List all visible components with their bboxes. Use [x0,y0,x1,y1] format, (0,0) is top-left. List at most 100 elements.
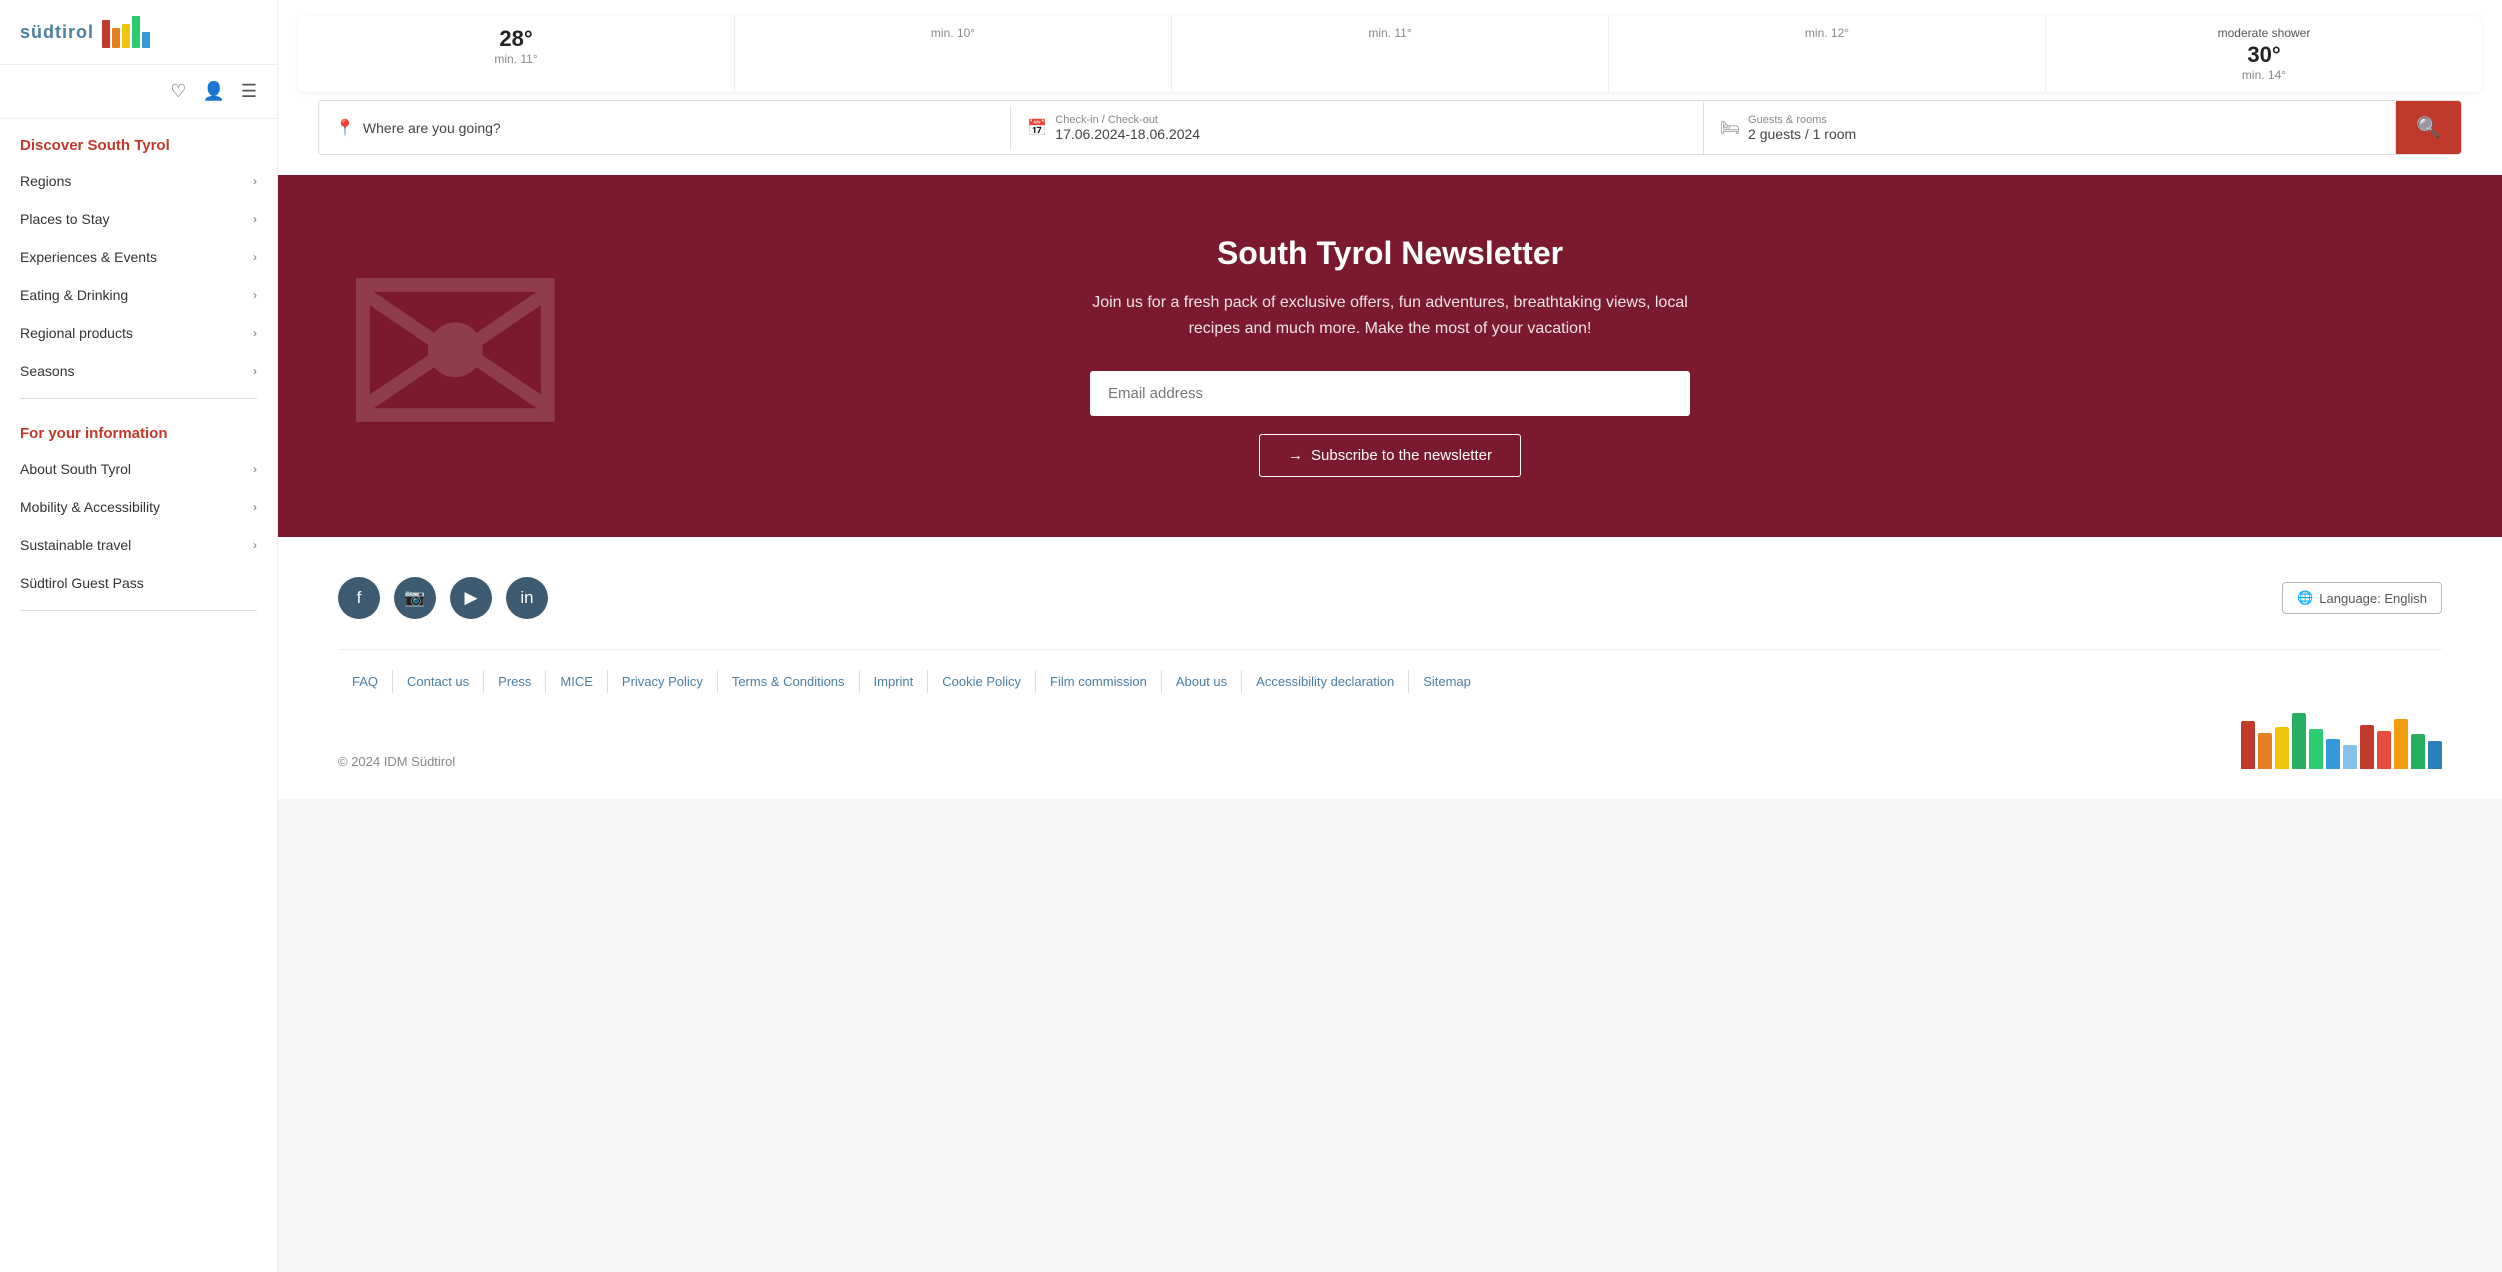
email-input[interactable] [1090,371,1690,416]
weather-min-1: min. 11° [312,52,720,66]
logo-bar-green [132,16,140,48]
weather-min-3: min. 11° [1186,26,1594,40]
user-icon[interactable]: 👤 [202,81,224,102]
destination-field[interactable]: 📍 Where are you going? [319,106,1011,150]
bottom-bar-9 [2377,731,2391,769]
footer-link-faq[interactable]: FAQ [338,670,393,693]
sidebar-item-seasons-label: Seasons [20,363,74,379]
footer-link-privacy[interactable]: Privacy Policy [608,670,718,693]
linkedin-icon[interactable]: in [506,577,548,619]
logo-bar-blue [142,32,150,48]
facebook-icon[interactable]: f [338,577,380,619]
newsletter-section: ✉ South Tyrol Newsletter Join us for a f… [278,175,2502,537]
favorites-icon[interactable]: ♡ [170,81,186,102]
info-section-title: For your information [0,407,277,450]
sidebar-divider-1 [20,398,257,399]
footer-copyright: © 2024 IDM Südtirol [338,744,455,769]
checkin-field[interactable]: 📅 Check-in / Check-out 17.06.2024-18.06.… [1011,102,1703,154]
chevron-sustainable-icon: › [253,538,257,552]
sidebar-item-guest-pass[interactable]: Südtirol Guest Pass [0,564,277,602]
social-icons-group: f 📷 ▶ in [338,577,548,619]
weather-card-2: min. 10° [735,16,1172,92]
language-label: Language: English [2319,591,2427,606]
chevron-mobility-icon: › [253,500,257,514]
sidebar-item-experiences-label: Experiences & Events [20,249,157,265]
sidebar-item-sustainable-label: Sustainable travel [20,537,131,553]
bottom-bar-11 [2411,734,2425,769]
bottom-bar-6 [2326,739,2340,769]
footer-link-imprint[interactable]: Imprint [860,670,929,693]
checkin-label: Check-in / Check-out [1055,114,1200,126]
language-button[interactable]: 🌐 Language: English [2282,582,2442,614]
footer-link-film[interactable]: Film commission [1036,670,1162,693]
newsletter-title: South Tyrol Newsletter [1090,235,1690,272]
newsletter-description: Join us for a fresh pack of exclusive of… [1090,290,1690,341]
footer-link-accessibility[interactable]: Accessibility declaration [1242,670,1409,693]
booking-bar: 📍 Where are you going? 📅 Check-in / Chec… [318,100,2462,155]
sidebar-item-seasons[interactable]: Seasons › [0,352,277,390]
guests-field[interactable]: 🛏 Guests & rooms 2 guests / 1 room [1704,102,2396,154]
footer-link-contact[interactable]: Contact us [393,670,484,693]
sidebar-item-places-label: Places to Stay [20,211,110,227]
discover-section-title: Discover South Tyrol [0,119,277,162]
sidebar-item-regions[interactable]: Regions › [0,162,277,200]
sidebar-item-regional[interactable]: Regional products › [0,314,277,352]
subscribe-label: Subscribe to the newsletter [1311,447,1492,464]
bottom-bar-12 [2428,741,2442,769]
bottom-bar-7 [2343,745,2357,769]
guests-label: Guests & rooms [1748,114,1856,126]
sidebar-item-experiences[interactable]: Experiences & Events › [0,238,277,276]
weather-temp-1: 28° [312,26,720,52]
location-icon: 📍 [335,118,355,138]
footer-social-row: f 📷 ▶ in 🌐 Language: English [338,577,2442,619]
chevron-seasons-icon: › [253,364,257,378]
newsletter-content: South Tyrol Newsletter Join us for a fre… [1090,235,1690,477]
weather-day-5: moderate shower [2060,26,2468,40]
bottom-bar-2 [2258,733,2272,769]
main-content: 28° min. 11° min. 10° min. 11° min. 12° … [278,0,2502,1272]
logo-bar-yellow [122,24,130,48]
menu-icon[interactable]: ☰ [241,81,257,102]
footer-link-sitemap[interactable]: Sitemap [1409,670,1485,693]
logo-bar-orange [112,28,120,48]
sidebar-item-mobility[interactable]: Mobility & Accessibility › [0,488,277,526]
top-area: 28° min. 11° min. 10° min. 11° min. 12° … [278,0,2502,175]
bottom-bar-5 [2309,729,2323,769]
sidebar-divider-2 [20,610,257,611]
chevron-eating-icon: › [253,288,257,302]
subscribe-button[interactable]: → Subscribe to the newsletter [1259,434,1521,477]
bottom-bar-10 [2394,719,2408,769]
footer-link-cookie[interactable]: Cookie Policy [928,670,1036,693]
footer-link-about[interactable]: About us [1162,670,1242,693]
checkin-value: 17.06.2024-18.06.2024 [1055,126,1200,142]
footer-link-mice[interactable]: MICE [546,670,608,693]
bottom-logo-bars [2241,713,2442,769]
bottom-bar-8 [2360,725,2374,769]
weather-min-5: min. 14° [2060,68,2468,82]
logo-text: südtirol [20,22,94,43]
footer-link-press[interactable]: Press [484,670,546,693]
booking-search-button[interactable]: 🔍 [2396,101,2461,154]
bottom-bar-1 [2241,721,2255,769]
checkin-info: Check-in / Check-out 17.06.2024-18.06.20… [1055,114,1200,142]
sidebar-item-sustainable[interactable]: Sustainable travel › [0,526,277,564]
sidebar-item-about-label: About South Tyrol [20,461,131,477]
sidebar-item-eating[interactable]: Eating & Drinking › [0,276,277,314]
bottom-bar-3 [2275,727,2289,769]
weather-card-4: min. 12° [1609,16,2046,92]
sidebar-icons-bar: ♡ 👤 ☰ [0,65,277,119]
destination-text: Where are you going? [363,120,501,136]
sidebar-item-places-to-stay[interactable]: Places to Stay › [0,200,277,238]
footer-link-terms[interactable]: Terms & Conditions [718,670,860,693]
weather-strip: 28° min. 11° min. 10° min. 11° min. 12° … [298,16,2482,92]
sidebar-item-about[interactable]: About South Tyrol › [0,450,277,488]
sidebar-item-guest-pass-label: Südtirol Guest Pass [20,575,144,591]
youtube-icon[interactable]: ▶ [450,577,492,619]
instagram-icon[interactable]: 📷 [394,577,436,619]
chevron-about-icon: › [253,462,257,476]
weather-temp-5: 30° [2060,42,2468,68]
calendar-icon: 📅 [1027,118,1047,138]
logo-area: südtirol [0,0,277,65]
weather-card-3: min. 11° [1172,16,1609,92]
chevron-places-icon: › [253,212,257,226]
